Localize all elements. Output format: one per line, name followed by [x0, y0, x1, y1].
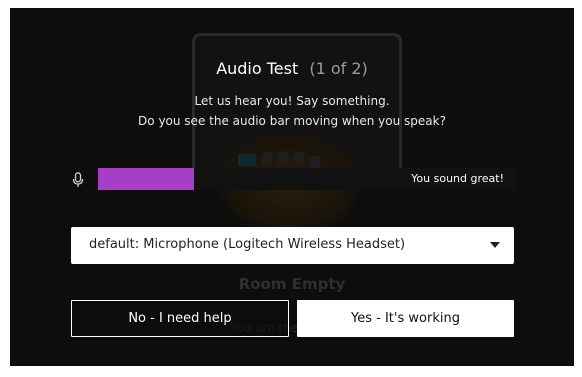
its-working-button[interactable]: Yes - It's working: [297, 300, 514, 337]
dropdown-caret-icon: [490, 242, 500, 248]
need-help-button-label: No - I need help: [128, 311, 232, 326]
room-status-title: Room Empty: [238, 275, 346, 293]
its-working-button-label: Yes - It's working: [351, 311, 460, 326]
dialog-title-text: Audio Test: [216, 59, 299, 78]
need-help-button[interactable]: No - I need help: [71, 300, 289, 337]
background-screen-detail: [238, 154, 256, 166]
audio-meter-track: You sound great!: [98, 168, 516, 190]
instruction-line-2: Do you see the audio bar moving when you…: [138, 114, 446, 128]
audio-meter-fill: [98, 168, 195, 190]
microphone-select[interactable]: default: Microphone (Logitech Wireless H…: [71, 227, 514, 264]
microphone-select-value: default: Microphone (Logitech Wireless H…: [89, 237, 406, 252]
microphone-icon: [72, 172, 84, 187]
dialog-title: Audio Test (1 of 2): [10, 59, 574, 78]
audio-test-overlay: Room Empty You are the only one Audio Te…: [10, 8, 574, 366]
audio-status-text: You sound great!: [411, 172, 504, 185]
instruction-line-1: Let us hear you! Say something.: [194, 94, 390, 108]
step-counter: (1 of 2): [309, 59, 368, 78]
audio-level-meter: You sound great!: [70, 168, 516, 192]
